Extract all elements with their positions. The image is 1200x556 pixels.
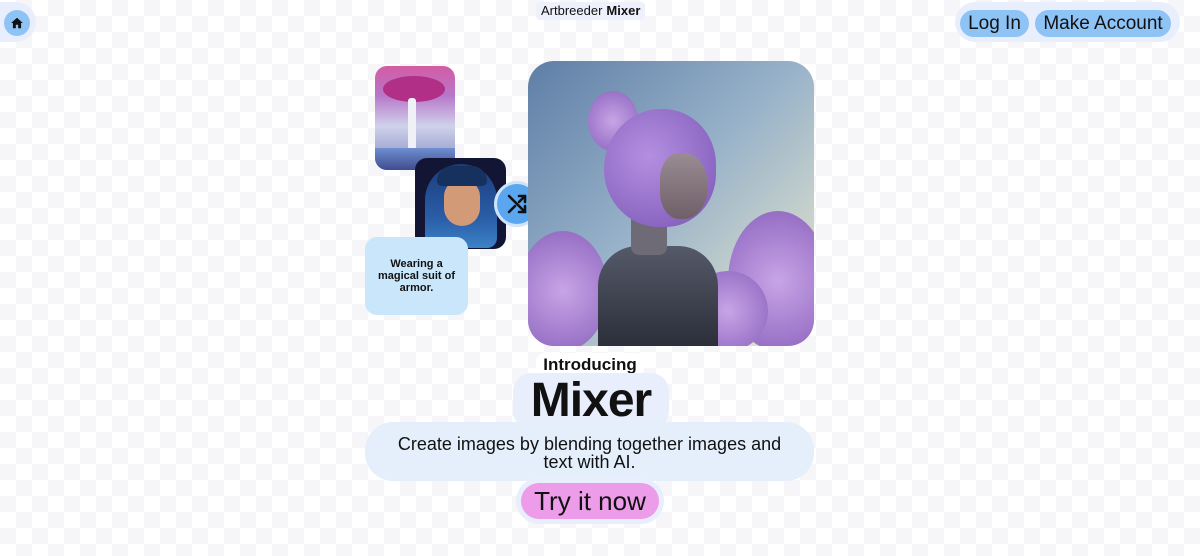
brand-name: Artbreeder [541, 3, 603, 18]
app-title: Artbreeder Mixer [536, 2, 646, 20]
hero-description: Create images by blending together image… [365, 422, 814, 481]
result-image [528, 61, 814, 346]
home-container [0, 2, 36, 42]
product-name: Mixer [606, 3, 641, 18]
home-icon [11, 17, 23, 29]
portrait-image [415, 158, 506, 249]
shuffle-icon [507, 194, 527, 214]
try-it-now-button[interactable]: Try it now [521, 483, 659, 519]
auth-container: Log In Make Account [955, 2, 1180, 42]
cta-container: Try it now [516, 478, 664, 524]
hero-title: Mixer [513, 373, 669, 429]
login-button[interactable]: Log In [960, 10, 1029, 37]
make-account-button[interactable]: Make Account [1035, 10, 1171, 37]
prompt-card: Wearing a magical suit of armor. [365, 237, 468, 315]
home-button[interactable] [4, 10, 30, 36]
tree-image [375, 66, 455, 170]
hero-description-text: Create images by blending together image… [397, 434, 782, 472]
